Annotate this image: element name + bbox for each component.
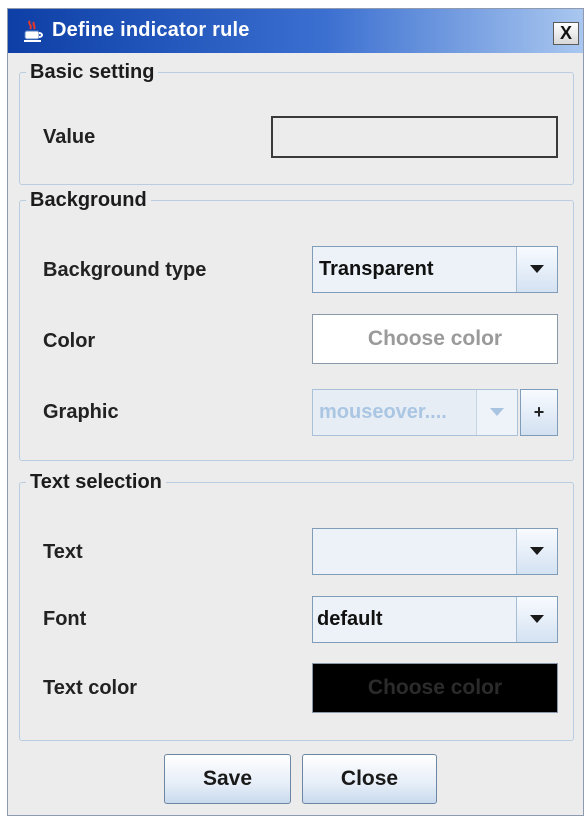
chevron-down-icon[interactable] bbox=[516, 529, 557, 574]
dialog-window: Define indicator rule X Basic setting Va… bbox=[7, 8, 584, 816]
graphic-dropdown[interactable]: mouseover.... bbox=[312, 389, 518, 436]
title-bar: Define indicator rule X bbox=[8, 9, 583, 53]
window-title: Define indicator rule bbox=[52, 19, 250, 41]
basic-setting-legend: Basic setting bbox=[30, 61, 155, 83]
text-selection-legend: Text selection bbox=[30, 471, 162, 493]
chevron-down-icon[interactable] bbox=[516, 597, 557, 642]
text-label: Text bbox=[43, 541, 83, 563]
java-cup-icon bbox=[22, 20, 44, 44]
background-color-button[interactable]: Choose color bbox=[312, 314, 558, 364]
text-dropdown[interactable] bbox=[312, 528, 558, 575]
font-label: Font bbox=[43, 608, 87, 630]
graphic-value: mouseover.... bbox=[319, 401, 447, 423]
value-label: Value bbox=[43, 126, 96, 148]
font-dropdown[interactable]: default bbox=[312, 596, 558, 643]
close-window-button[interactable]: X bbox=[553, 22, 579, 45]
add-graphic-button[interactable]: + bbox=[520, 389, 558, 436]
save-button[interactable]: Save bbox=[164, 754, 291, 804]
chevron-down-icon[interactable] bbox=[516, 247, 557, 292]
font-value: default bbox=[317, 608, 383, 630]
graphic-label: Graphic bbox=[43, 401, 119, 423]
background-type-value: Transparent bbox=[319, 258, 434, 280]
text-color-label: Text color bbox=[43, 677, 138, 699]
close-button[interactable]: Close bbox=[302, 754, 437, 804]
background-type-dropdown[interactable]: Transparent bbox=[312, 246, 558, 293]
background-type-label: Background type bbox=[43, 259, 207, 281]
background-legend: Background bbox=[30, 189, 147, 211]
chevron-down-icon[interactable] bbox=[476, 390, 517, 435]
value-input[interactable] bbox=[271, 116, 558, 158]
text-color-button[interactable]: Choose color bbox=[312, 663, 558, 713]
color-label: Color bbox=[43, 330, 96, 352]
